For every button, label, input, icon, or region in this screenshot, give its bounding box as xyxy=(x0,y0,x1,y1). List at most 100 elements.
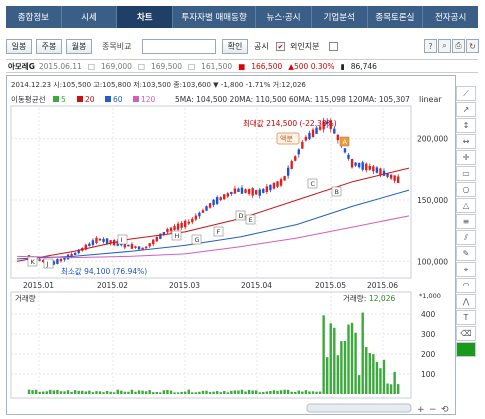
volume-bar xyxy=(201,390,205,394)
wave-label: E xyxy=(249,216,253,224)
reset-icon[interactable]: ⟲ xyxy=(441,405,449,415)
candle-body xyxy=(290,161,293,169)
volume-bar xyxy=(208,392,212,394)
x-tick-label: 2015.05 xyxy=(315,281,346,290)
tab-analysis[interactable]: 기업분석 xyxy=(312,6,368,28)
volume-bar xyxy=(230,390,233,394)
volume-bar xyxy=(34,389,38,394)
volume-bar xyxy=(123,391,127,394)
compare-label: 종목비교 xyxy=(102,42,132,51)
volume-bar xyxy=(116,389,119,394)
volume-bar xyxy=(226,392,229,394)
volume-bar xyxy=(301,391,304,394)
fibo-icon[interactable]: ≡ xyxy=(456,214,476,229)
scale-label: linear xyxy=(419,95,442,104)
line-tool-icon[interactable]: ⟋ xyxy=(456,86,476,101)
ma-legend-label: 20 xyxy=(85,95,95,104)
ma-values: 5MA: 104,500 20MA: 110,500 60MA: 115,098… xyxy=(175,95,410,104)
print-icon[interactable]: ⎙ xyxy=(452,39,465,53)
notice-checkbox[interactable]: ✔ xyxy=(276,42,285,51)
volume-bar xyxy=(180,391,183,394)
candle-body xyxy=(184,220,187,228)
tab-summary[interactable]: 종합정보 xyxy=(6,6,62,28)
volume-bar xyxy=(73,390,77,394)
pen-icon[interactable]: ✎ xyxy=(456,246,476,261)
volume-bar xyxy=(184,391,187,394)
daily-button[interactable]: 일봉 xyxy=(6,39,32,54)
triangle-tool-icon[interactable]: △ xyxy=(456,198,476,213)
color-picker-icon[interactable] xyxy=(456,342,476,357)
weekly-button[interactable]: 주봉 xyxy=(36,39,62,54)
volume-bar xyxy=(386,383,389,394)
zoom-out-icon[interactable]: − xyxy=(429,405,437,415)
candle-body xyxy=(198,212,201,217)
candle-body xyxy=(350,158,354,168)
high-icon: □ xyxy=(137,61,146,71)
tab-forum[interactable]: 종목토론실 xyxy=(368,6,424,28)
compare-input[interactable] xyxy=(142,39,216,54)
volume-bar xyxy=(283,389,286,394)
volume-bar xyxy=(105,390,109,394)
wave-label: B xyxy=(335,188,339,196)
candle-body xyxy=(240,187,244,194)
arc-icon[interactable]: ◠ xyxy=(456,278,476,293)
refresh-icon[interactable]: ↻ xyxy=(466,39,479,53)
candle-body xyxy=(215,197,219,204)
candle-body xyxy=(301,141,304,149)
ray-tool-icon[interactable]: ↗ xyxy=(456,102,476,117)
candle-body xyxy=(244,189,247,193)
tab-chart[interactable]: 차트 xyxy=(117,6,174,28)
help-icon[interactable]: ? xyxy=(424,39,437,53)
volume-bar xyxy=(59,391,63,394)
circle-tool-icon[interactable]: ○ xyxy=(456,182,476,197)
volume-bar xyxy=(219,392,222,394)
confirm-button[interactable]: 확인 xyxy=(222,39,248,54)
tab-disclosure[interactable]: 전자공시 xyxy=(423,6,478,28)
volume-bar xyxy=(393,371,396,394)
candle-body xyxy=(279,179,283,186)
zoom-in-icon[interactable]: + xyxy=(417,405,425,415)
price-y-tick: 150,000 xyxy=(417,196,448,205)
text-tool-icon[interactable]: T xyxy=(456,310,476,325)
candle-body xyxy=(255,190,258,195)
gann-icon[interactable]: ⌖ xyxy=(456,262,476,277)
zigzag-icon[interactable]: ⋀ xyxy=(456,294,476,309)
volume-bar xyxy=(102,392,105,394)
candle-body xyxy=(258,189,261,196)
volume-bar xyxy=(375,361,379,394)
candle-body xyxy=(134,246,137,248)
volume-bar xyxy=(262,392,265,394)
chart-area[interactable]: 2014.12.23 시:105,500 고:105,800 저:103,500… xyxy=(6,75,456,415)
zoom-icon[interactable]: ⌕ xyxy=(438,39,451,53)
channel-icon[interactable]: ⫽ xyxy=(456,230,476,245)
horizontal-line-icon[interactable]: ↔ xyxy=(456,134,476,149)
volume-bar xyxy=(311,391,315,394)
quote-line: 아모레G 2015.06.11 □ 169,000 □ 169,500 □ 16… xyxy=(6,59,478,73)
volume-bar xyxy=(244,391,247,394)
monthly-button[interactable]: 월봉 xyxy=(66,39,92,54)
symbol-name: 아모레G xyxy=(8,61,35,71)
candle-body xyxy=(233,188,237,194)
tab-investors[interactable]: 투자자별 매매동향 xyxy=(173,6,257,28)
volume-bar xyxy=(66,390,70,394)
volume-bar xyxy=(290,391,293,394)
candle-body xyxy=(308,132,311,140)
volume-bar xyxy=(176,392,180,394)
eraser-icon[interactable]: ⌫ xyxy=(456,326,476,341)
vertical-line-icon[interactable]: ↕ xyxy=(456,118,476,133)
crosshair-icon[interactable]: ✛ xyxy=(456,150,476,165)
candle-body xyxy=(59,258,63,262)
volume-bar xyxy=(141,390,144,394)
foreign-checkbox[interactable] xyxy=(329,42,338,51)
top-nav: 종합정보 시세 차트 투자자별 매매동향 뉴스·공시 기업분석 종목토론실 전자… xyxy=(0,0,485,34)
wave-labels: K J I H G F ED C B A xyxy=(27,136,350,269)
rect-tool-icon[interactable]: ▭ xyxy=(456,166,476,181)
ma-legend-swatch xyxy=(53,96,59,102)
tab-news[interactable]: 뉴스·공시 xyxy=(256,6,312,28)
volume-scale: *1,000 xyxy=(419,292,441,300)
volume-bar xyxy=(38,391,41,394)
wave-label: H xyxy=(175,232,180,240)
scrollbar[interactable] xyxy=(306,403,412,413)
tab-price[interactable]: 시세 xyxy=(62,6,118,28)
candle-body xyxy=(354,162,357,166)
